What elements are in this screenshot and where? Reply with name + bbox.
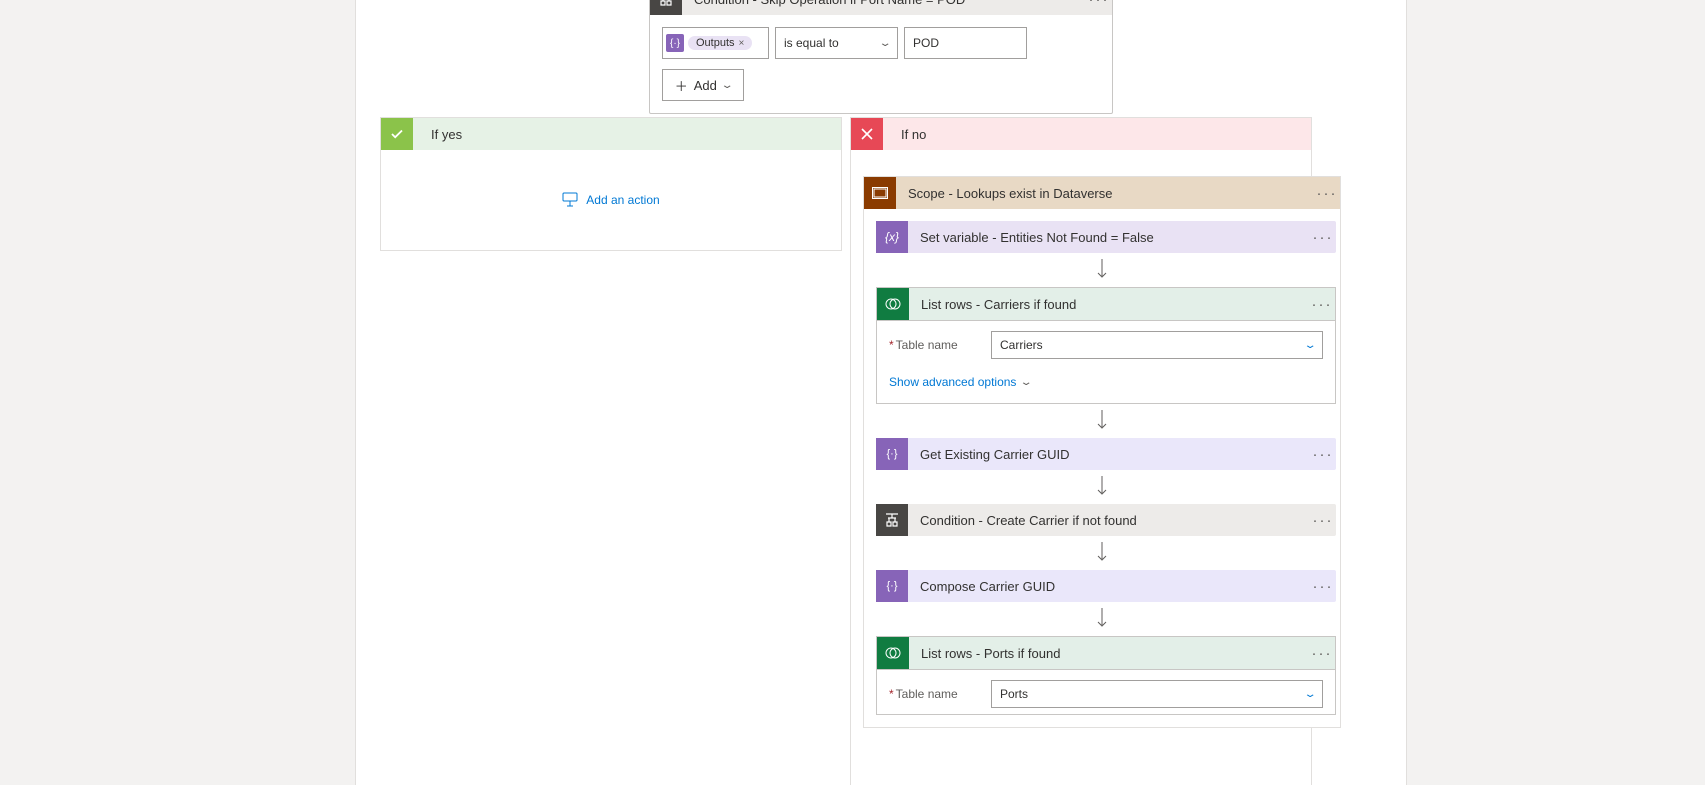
token-remove[interactable]: ×: [739, 38, 745, 49]
scope-card[interactable]: Scope - Lookups exist in Dataverse ··· {…: [863, 176, 1341, 728]
scope-title: Scope - Lookups exist in Dataverse: [908, 186, 1314, 201]
add-row-button[interactable]: ＋ Add ⌄: [662, 69, 744, 101]
chevron-down-icon: ⌄: [1020, 377, 1033, 388]
show-advanced-options[interactable]: Show advanced options⌄: [889, 375, 1323, 389]
if-no-branch: If no Scope - Lookups exist in Dataverse…: [850, 117, 1312, 785]
check-icon: [381, 118, 413, 150]
action-menu[interactable]: ···: [1309, 296, 1335, 313]
if-yes-branch: If yes Add an action: [380, 117, 842, 251]
chevron-down-icon: ⌄: [1303, 689, 1316, 700]
expression-icon: {·}: [666, 34, 684, 52]
close-icon: [851, 118, 883, 150]
flow-arrow: [876, 255, 1328, 285]
flow-arrow: [876, 406, 1328, 436]
token-label: Outputs: [696, 37, 735, 49]
scope-menu[interactable]: ···: [1314, 185, 1340, 202]
condition-menu[interactable]: ···: [1086, 0, 1112, 8]
condition-card[interactable]: Condition - Skip Operation if Port Name …: [649, 0, 1113, 114]
action-menu[interactable]: ···: [1310, 446, 1336, 463]
list-rows-ports-action[interactable]: List rows - Ports if found ··· *Table na…: [876, 636, 1336, 715]
if-yes-title: If yes: [431, 127, 462, 142]
list-rows-carriers-action[interactable]: List rows - Carriers if found ··· *Table…: [876, 287, 1336, 404]
chevron-down-icon: ⌄: [1303, 340, 1316, 351]
condition-icon: [650, 0, 682, 15]
condition-create-carrier-action[interactable]: Condition - Create Carrier if not found …: [876, 504, 1336, 536]
table-name-select[interactable]: Carriers ⌄: [991, 331, 1323, 359]
compose-icon: {·}: [876, 438, 908, 470]
dataverse-icon: [877, 288, 909, 320]
action-menu[interactable]: ···: [1310, 512, 1336, 529]
plus-icon: ＋: [675, 76, 688, 95]
variable-icon: {x}: [876, 221, 908, 253]
flow-arrow: [876, 472, 1328, 502]
flow-arrow: [876, 604, 1328, 634]
condition-icon: [876, 504, 908, 536]
condition-title: Condition - Skip Operation if Port Name …: [694, 0, 1086, 7]
get-existing-carrier-guid-action[interactable]: {·} Get Existing Carrier GUID ···: [876, 438, 1336, 470]
add-action-button[interactable]: Add an action: [381, 150, 841, 250]
action-menu[interactable]: ···: [1310, 578, 1336, 595]
flow-arrow: [876, 538, 1328, 568]
table-name-select[interactable]: Ports ⌄: [991, 680, 1323, 708]
compose-icon: {·}: [876, 570, 908, 602]
chevron-down-icon: ⌄: [720, 80, 733, 91]
set-variable-action[interactable]: {x} Set variable - Entities Not Found = …: [876, 221, 1336, 253]
dataverse-icon: [877, 637, 909, 669]
condition-left-operand[interactable]: {·} Outputs ×: [662, 27, 769, 59]
condition-right-operand[interactable]: POD: [904, 27, 1027, 59]
chevron-down-icon: ⌄: [878, 38, 891, 49]
scope-icon: [864, 177, 896, 209]
condition-operator-select[interactable]: is equal to⌄: [775, 27, 898, 59]
if-no-title: If no: [901, 127, 926, 142]
action-menu[interactable]: ···: [1310, 229, 1336, 246]
action-menu[interactable]: ···: [1309, 645, 1335, 662]
compose-carrier-guid-action[interactable]: {·} Compose Carrier GUID ···: [876, 570, 1336, 602]
